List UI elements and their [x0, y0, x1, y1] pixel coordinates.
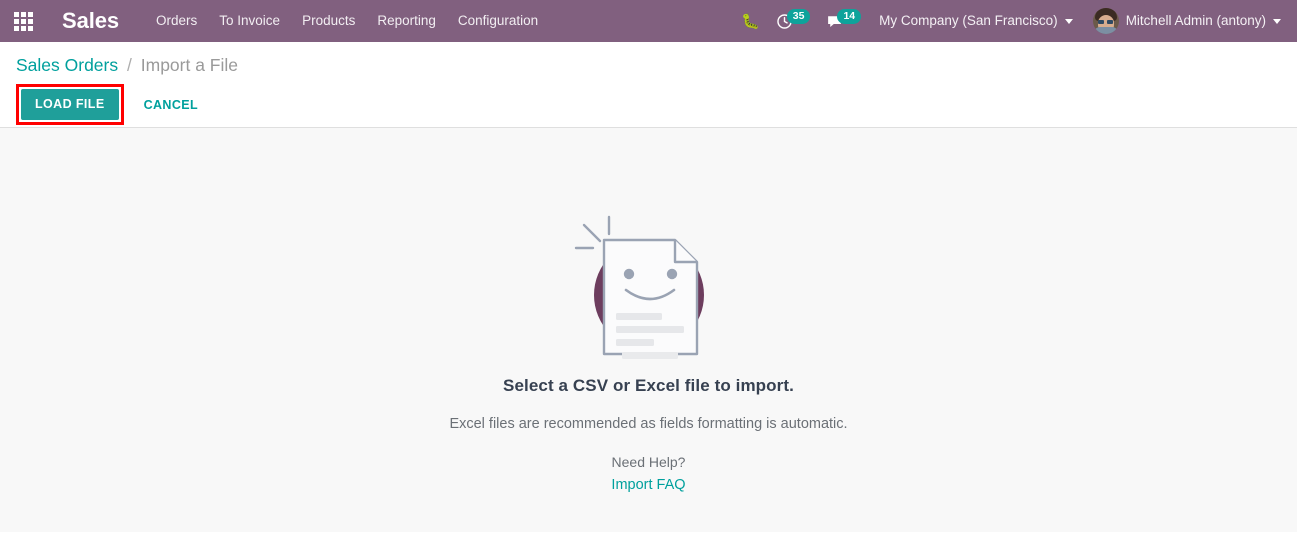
menu-item-products[interactable]: Products — [291, 0, 366, 42]
menu-item-to-invoice[interactable]: To Invoice — [208, 0, 291, 42]
messages-button[interactable]: 14 — [818, 0, 869, 42]
messages-count-badge: 14 — [837, 9, 862, 24]
debug-menu-button[interactable]: 🐛 — [733, 0, 768, 42]
need-help-label: Need Help? — [611, 454, 686, 470]
apps-menu-button[interactable] — [0, 0, 46, 42]
company-name-label: My Company (San Francisco) — [879, 13, 1058, 28]
apps-grid-icon — [13, 11, 33, 31]
menu-item-reporting[interactable]: Reporting — [366, 0, 447, 42]
chevron-down-icon — [1064, 18, 1073, 24]
action-button-row: LOAD FILE CANCEL — [16, 84, 1281, 125]
avatar — [1092, 8, 1119, 34]
breadcrumb-separator: / — [127, 55, 132, 75]
control-panel: Sales Orders / Import a File LOAD FILE C… — [0, 42, 1297, 128]
company-switcher[interactable]: My Company (San Francisco) — [869, 0, 1083, 42]
top-navbar: Sales Orders To Invoice Products Reporti… — [0, 0, 1297, 42]
user-name-label: Mitchell Admin (antony) — [1125, 13, 1266, 28]
breadcrumb-link-sales-orders[interactable]: Sales Orders — [16, 55, 118, 75]
chevron-down-icon-user — [1273, 18, 1281, 24]
breadcrumb-current-import-a-file: Import a File — [140, 55, 238, 75]
load-file-button[interactable]: LOAD FILE — [21, 89, 119, 120]
empty-state-headline: Select a CSV or Excel file to import. — [503, 376, 794, 395]
document-smiley-illustration — [569, 212, 729, 362]
menu-item-orders[interactable]: Orders — [145, 0, 208, 42]
illustration-svg — [574, 215, 704, 359]
main-menu: Orders To Invoice Products Reporting Con… — [145, 0, 549, 42]
bug-icon: 🐛 — [741, 12, 760, 30]
import-faq-link[interactable]: Import FAQ — [611, 477, 685, 493]
import-content-area: Select a CSV or Excel file to import. Ex… — [0, 128, 1297, 532]
navbar-right-tools: 🐛 35 14 My Company (San Francisco) Mitch… — [733, 0, 1297, 42]
activities-count-badge: 35 — [786, 9, 811, 24]
empty-state-subline: Excel files are recommended as fields fo… — [449, 416, 848, 432]
user-menu[interactable]: Mitchell Admin (antony) — [1083, 0, 1289, 42]
cancel-button[interactable]: CANCEL — [144, 98, 198, 112]
breadcrumb: Sales Orders / Import a File — [16, 52, 1281, 78]
activities-button[interactable]: 35 — [768, 0, 819, 42]
load-file-highlight: LOAD FILE — [16, 84, 124, 125]
menu-item-configuration[interactable]: Configuration — [447, 0, 549, 42]
empty-state: Select a CSV or Excel file to import. Ex… — [339, 212, 959, 494]
app-brand-sales[interactable]: Sales — [62, 0, 119, 42]
